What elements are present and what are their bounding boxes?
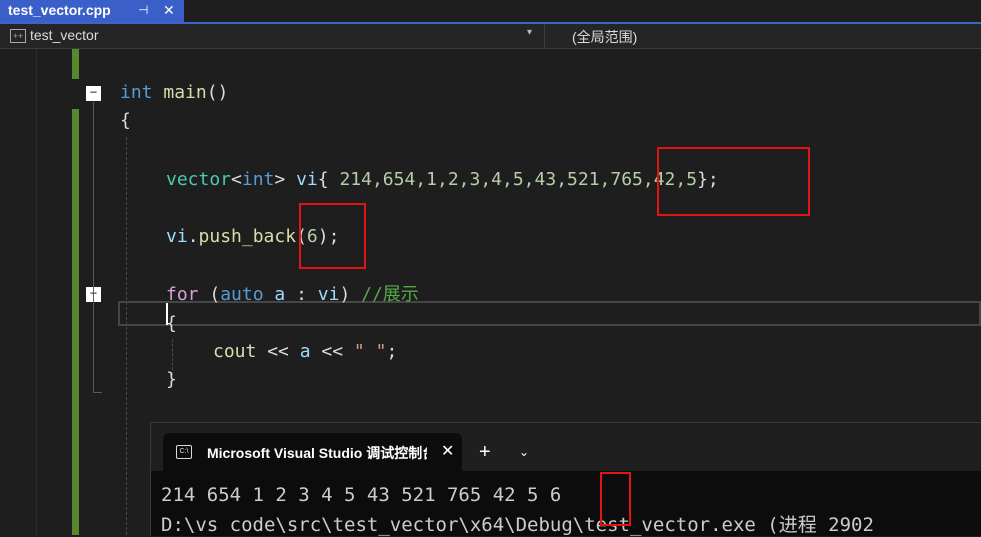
string-literal: " " [353,341,387,362]
comment: //展示 [350,284,419,305]
code-line-open-brace: { [166,313,177,334]
console-title-bar: C:\ Microsoft Visual Studio 调试控制台 ✕ + ⌄ [151,423,981,471]
code-line-cout: cout << a << " "; [213,341,397,363]
console-output-line: D:\vs code\src\test_vector\x64\Debug\tes… [161,514,874,536]
keyword: auto [220,284,264,305]
code-line-close-brace: } [166,369,177,390]
punctuation: { [317,169,340,190]
terminal-icon: C:\ [176,445,192,459]
project-scope-dropdown[interactable]: ++ test_vector ▾ [0,24,545,48]
annotation-box [600,472,631,526]
document-tab-strip: test_vector.cpp ⊣ ✕ [0,0,981,24]
number-list: 214,654,1,2,3,4,5,43,521,765,42,5 [339,169,698,190]
punctuation: > [274,169,286,190]
code-line-main: int main() [120,82,228,104]
member-scope-dropdown[interactable]: (全局范围) [546,24,981,48]
punctuation: () [206,82,229,103]
change-bar [72,49,79,79]
member-scope-label: (全局范围) [572,29,638,45]
punctuation: : [285,284,318,305]
annotation-box [657,147,810,216]
operator: << [256,341,300,362]
keyword: int [241,169,275,190]
variable: vi [317,284,340,305]
function-name: main [163,82,207,103]
punctuation: ( [198,284,221,305]
selection-margin [0,49,37,535]
code-line-for: for (auto a : vi) //展示 [166,284,419,306]
new-tab-button[interactable]: + [479,441,491,464]
punctuation: . [187,226,199,247]
variable: vi [296,169,318,190]
fold-toggle-icon[interactable]: − [86,86,101,101]
navigation-bar: ++ test_vector ▾ (全局范围) [0,24,981,49]
pin-icon[interactable]: ⊣ [138,0,148,21]
annotation-box [299,203,366,269]
chevron-down-icon[interactable]: ⌄ [519,445,529,459]
punctuation: ; [386,341,398,362]
console-tab-title: Microsoft Visual Studio 调试控制台 [207,445,427,461]
console-tab[interactable]: C:\ Microsoft Visual Studio 调试控制台 ✕ [163,433,462,471]
operator: << [310,341,354,362]
variable: a [299,341,311,362]
punctuation: ) [339,284,351,305]
change-bar [72,109,79,535]
cpp-project-icon: ++ [10,29,26,43]
keyword: int [120,82,153,103]
debug-console-window[interactable]: C:\ Microsoft Visual Studio 调试控制台 ✕ + ⌄ … [150,422,981,536]
close-icon[interactable]: ✕ [441,441,454,461]
variable: a [274,284,286,305]
outline-guide [93,303,94,383]
identifier: cout [213,341,257,362]
indent-guide [126,137,127,535]
tab-title: test_vector.cpp [8,2,111,18]
function-name: push_back [198,226,297,247]
variable: vi [166,226,188,247]
outline-guide [93,392,102,393]
code-line-vector-decl: vector<int> vi{ 214,654,1,2,3,4,5,43,521… [166,169,719,191]
keyword: for [166,284,199,305]
close-icon[interactable]: ✕ [163,0,175,21]
project-scope-label: test_vector [30,27,99,43]
punctuation: < [231,169,242,190]
console-output-line: 214 654 1 2 3 4 5 43 521 765 42 5 6 [161,484,562,506]
tab-test-vector-cpp[interactable]: test_vector.cpp ⊣ ✕ [0,0,184,22]
code-line-open-brace: { [120,110,131,131]
chevron-down-icon[interactable]: ▾ [527,27,532,38]
type-name: vector [166,169,232,190]
